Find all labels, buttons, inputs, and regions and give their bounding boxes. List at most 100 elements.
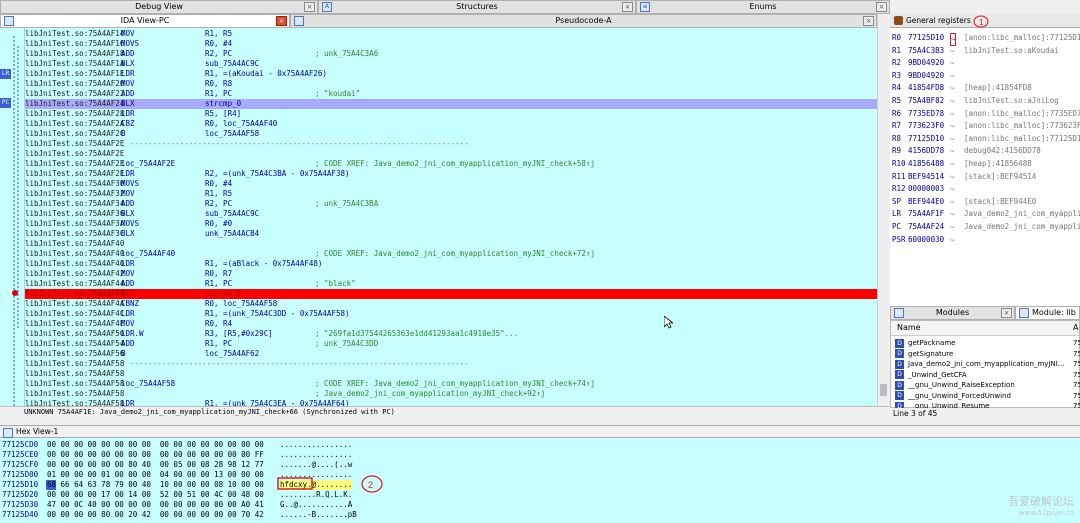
jump-arrow-icon[interactable]: ↪ [950,134,954,145]
disasm-line[interactable]: libJniTest.so:75A4AF40 loc_75A4AF40 ; CODE… [25,249,877,259]
register-value[interactable]: 00000003 [908,183,944,194]
jump-arrow-icon[interactable]: ↪ [950,172,954,183]
disasm-line[interactable]: libJniTest.so:75A4AF4C LDR R1, =(unk_75A4C… [25,309,877,319]
register-row[interactable]: PC 75A4AF24 ↪ Java_demo2_jni_com_myapplicat… [892,221,1080,232]
disasm-line[interactable]: libJniTest.so:75A4AF58 loc_75A4AF58 ; CODE… [25,379,877,389]
register-value[interactable]: BEF944E0 [908,196,944,207]
disasm-line[interactable]: libJniTest.so:75A4AF3A MOVS R0, #0 [25,219,877,229]
register-row[interactable]: LR 75A4AF1F ↪ Java_demo2_jni_com_myapplicat… [892,208,1080,219]
disasm-line[interactable]: libJniTest.so:75A4AF58 LDR R1, =(unk_75A4C… [25,399,877,406]
disasm-line[interactable]: libJniTest.so:75A4AF54 ADD R1, PC ; unk_75A… [25,339,877,349]
disasm-line[interactable]: libJniTest.so:75A4AF2C Bloc_75A4AF58 [25,129,877,139]
register-value[interactable]: 4156DD78 [908,145,944,156]
close-icon[interactable]: × [276,16,287,26]
disasm-line[interactable]: libJniTest.so:75A4AF36 BLX sub_75A4AC9C [25,209,877,219]
close-icon[interactable]: × [863,16,874,26]
register-row[interactable]: R8 77125D10 ↪ [anon:libc_malloc]:77125D10 [892,133,1080,144]
disasm-line[interactable]: libJniTest.so:75A4AF28 LDR R5, [R4] [25,109,877,119]
jump-arrow-icon[interactable]: ↪ [950,159,954,170]
disasm-line[interactable]: libJniTest.so:75A4AF1E LDR R1, =(aKoudai -… [25,69,877,79]
module-item[interactable]: D _Unwind_GetCFA 75 [895,370,1080,381]
disasm-line[interactable]: libJniTest.so:75A4AF32 MOV R1, R5 [25,189,877,199]
register-row[interactable]: SP BEF944E0 ↪ [stack]:BEF944E0 [892,196,1080,207]
disasm-line[interactable]: libJniTest.so:75A4AF2E; ----------------… [25,139,877,149]
disassembly-view[interactable]: LR PC libJniTest.so:75A4AF14 MOV R1, R5 lib… [0,28,877,406]
disasm-line[interactable]: libJniTest.so:75A4AF2E [25,149,877,159]
register-value[interactable]: 60000030 [908,234,944,245]
register-row[interactable]: PSR 60000030 ↪ [892,234,1080,245]
jump-arrow-icon[interactable]: ↪ [950,184,954,195]
register-row[interactable]: R9 4156DD78 ↪ debug042:4156DD78 [892,145,1080,156]
jump-arrow-icon[interactable]: ↪ [950,71,954,82]
scrollbar-thumb[interactable] [880,384,887,396]
breakpoint-line[interactable]: libJniTest.so:75A4AF46 BLX strcmp_0 [25,289,877,299]
module-item[interactable]: DgetSignature 75 [895,349,1080,360]
module-item[interactable]: D __gnu_Unwind_RaiseException 75 [895,380,1080,391]
disasm-line[interactable]: libJniTest.so:75A4AF56 Bloc_75A4AF62 [25,349,877,359]
disasm-line[interactable]: libJniTest.so:75A4AF2A CBZ R0, loc_75A4AF4… [25,119,877,129]
disasm-line[interactable]: libJniTest.so:75A4AF44 ADD R1, PC ; "black" [25,279,877,289]
register-value[interactable]: 75A4AF24 [908,221,944,232]
jump-arrow-icon[interactable]: ↪ [950,146,954,157]
close-icon[interactable]: × [622,2,633,12]
disasm-line[interactable]: libJniTest.so:75A4AF3C BLX unk_75A4ACB4 [25,229,877,239]
tab-structures[interactable]: A Structures × [318,0,636,14]
disasm-line[interactable]: libJniTest.so:75A4AF50 LDR.W R3, [R5,#0x29… [25,329,877,339]
close-icon[interactable]: × [304,2,315,12]
register-value[interactable]: 75A4C3B3 [908,45,944,56]
register-row[interactable]: R5 75A4BF82 ↪ libJniTest.so:aJniLog [892,95,1080,106]
disasm-line[interactable]: libJniTest.so:75A4AF30 MOVS R0, #4 [25,179,877,189]
jump-arrow-icon[interactable]: ↪ [950,121,954,132]
disasm-line[interactable]: libJniTest.so:75A4AF16 MOVS R0, #4 [25,39,877,49]
disasm-line[interactable]: libJniTest.so:75A4AF1A BLX sub_75A4AC9C [25,59,877,69]
register-row[interactable]: R6 7735ED78 ↪ [anon:libc_malloc]:7735ED78 [892,108,1080,119]
jump-arrow-icon[interactable]: ↪ [950,58,954,69]
register-row[interactable]: R7 773623F0 ↪ [anon:libc_malloc]:773623F0 [892,120,1080,131]
module-item[interactable]: D __gnu_Unwind_ForcedUnwind 75 [895,391,1080,402]
register-value[interactable]: 77125D10 [908,133,944,144]
register-value[interactable]: BEF94514 [908,171,944,182]
register-value[interactable]: 7735ED78 [908,108,944,119]
register-value[interactable]: 41856488 [908,158,944,169]
module-item[interactable]: D Java_demo2_jni_com_myapplication_myJNI…… [895,359,1080,370]
jump-arrow-icon[interactable]: ↪ [950,83,954,94]
jump-arrow-icon[interactable]: ↪ [950,96,954,107]
disasm-line[interactable]: libJniTest.so:75A4AF40 [25,239,877,249]
register-row[interactable]: R0 77125D10 ↪ [anon:libc_malloc]:77125D10 [892,32,1080,46]
disasm-line[interactable]: libJniTest.so:75A4AF14 MOV R1, R5 [25,29,877,39]
disasm-line[interactable]: libJniTest.so:75A4AF4A CBNZ R0, loc_75A4AF… [25,299,877,309]
register-row[interactable]: R4 41854FD8 ↪ [heap]:41854FD8 [892,82,1080,93]
register-value[interactable]: 75A4AF1F [908,208,944,219]
register-value[interactable]: 77125D10 [908,32,944,43]
disassembly-scrollbar[interactable] [877,14,889,406]
tab-debug-view[interactable]: Debug View × [0,0,318,14]
disasm-line[interactable]: libJniTest.so:75A4AF4E MOV R0, R4 [25,319,877,329]
disasm-line[interactable]: libJniTest.so:75A4AF18 ADD R2, PC ; unk_75A… [25,49,877,59]
column-name[interactable]: Name [897,321,921,334]
disasm-line[interactable]: libJniTest.so:75A4AF34 ADD R2, PC ; unk_75A… [25,199,877,209]
disasm-line[interactable]: libJniTest.so:75A4AF40 LDR R1, =(aBlack - … [25,259,877,269]
disasm-line[interactable]: libJniTest.so:75A4AF58; ----------------… [25,359,877,369]
register-value[interactable]: 9BD04920 [908,70,944,81]
tab-enums[interactable]: ≡ Enums × [636,0,890,14]
jump-arrow-icon[interactable]: ↪ [950,46,954,57]
register-value[interactable]: 41854FD8 [908,82,944,93]
tab-module-lib[interactable]: Module: lib [1015,306,1080,320]
jump-arrow-icon[interactable]: ↪ [950,235,954,246]
register-row[interactable]: R11 BEF94514 ↪ [stack]:BEF94514 [892,171,1080,182]
jump-arrow-icon[interactable]: ↪ [950,222,954,233]
register-value[interactable]: 75A4BF82 [908,95,944,106]
close-icon[interactable]: × [1001,308,1012,318]
tab-ida-view-pc[interactable]: IDA View-PC × [0,14,290,28]
disasm-line[interactable]: libJniTest.so:75A4AF2E LDR R2, =(unk_75A4C… [25,169,877,179]
jump-arrow-icon[interactable]: ↪ [950,109,954,120]
disasm-line[interactable]: libJniTest.so:75A4AF2E loc_75A4AF2E ; CODE… [25,159,877,169]
hex-view[interactable]: 77125CD0 00 00 00 00 00 00 00 00 00 00 00… [0,438,1080,523]
disasm-line[interactable]: libJniTest.so:75A4AF42 MOV R0, R7 [25,269,877,279]
breakpoint-icon[interactable] [12,290,18,296]
disasm-line[interactable]: libJniTest.so:75A4AF58 ; Java_demo2_jni_c… [25,389,877,399]
tab-pseudocode-a[interactable]: Pseudocode-A × [290,14,877,28]
register-row[interactable]: R2 9BD04920 ↪ [892,57,1080,68]
jump-arrow-icon[interactable]: ↪ [950,209,954,220]
register-row[interactable]: R12 00000003 ↪ [892,183,1080,194]
